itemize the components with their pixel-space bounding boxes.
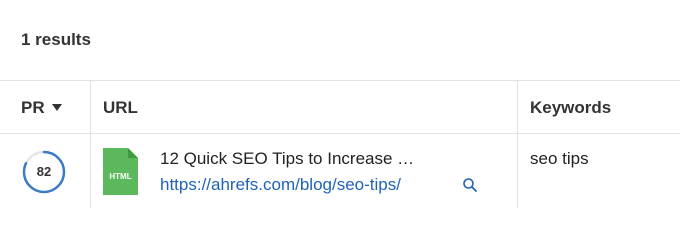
column-header-pr-label: PR <box>21 98 45 117</box>
page-url-link[interactable]: https://ahrefs.com/blog/seo-tips/ <box>160 175 401 195</box>
column-header-url[interactable]: URL <box>103 98 138 118</box>
file-type-label: HTML <box>109 172 131 181</box>
column-header-pr[interactable]: PR <box>21 98 62 118</box>
pr-value: 82 <box>36 164 52 179</box>
table-header: PR URL Keywords <box>0 80 680 133</box>
html-file-icon: HTML <box>103 148 138 195</box>
table-row: 82 HTML 12 Quick SEO Tips to Increase … … <box>0 134 680 208</box>
pr-badge: 82 <box>21 149 67 195</box>
keyword-cell: seo tips <box>530 149 589 168</box>
column-header-keywords[interactable]: Keywords <box>530 98 611 118</box>
sort-desc-icon[interactable] <box>51 104 62 111</box>
results-count: 1 results <box>21 30 91 49</box>
search-icon[interactable] <box>462 177 478 193</box>
page-title: 12 Quick SEO Tips to Increase … <box>160 149 415 168</box>
